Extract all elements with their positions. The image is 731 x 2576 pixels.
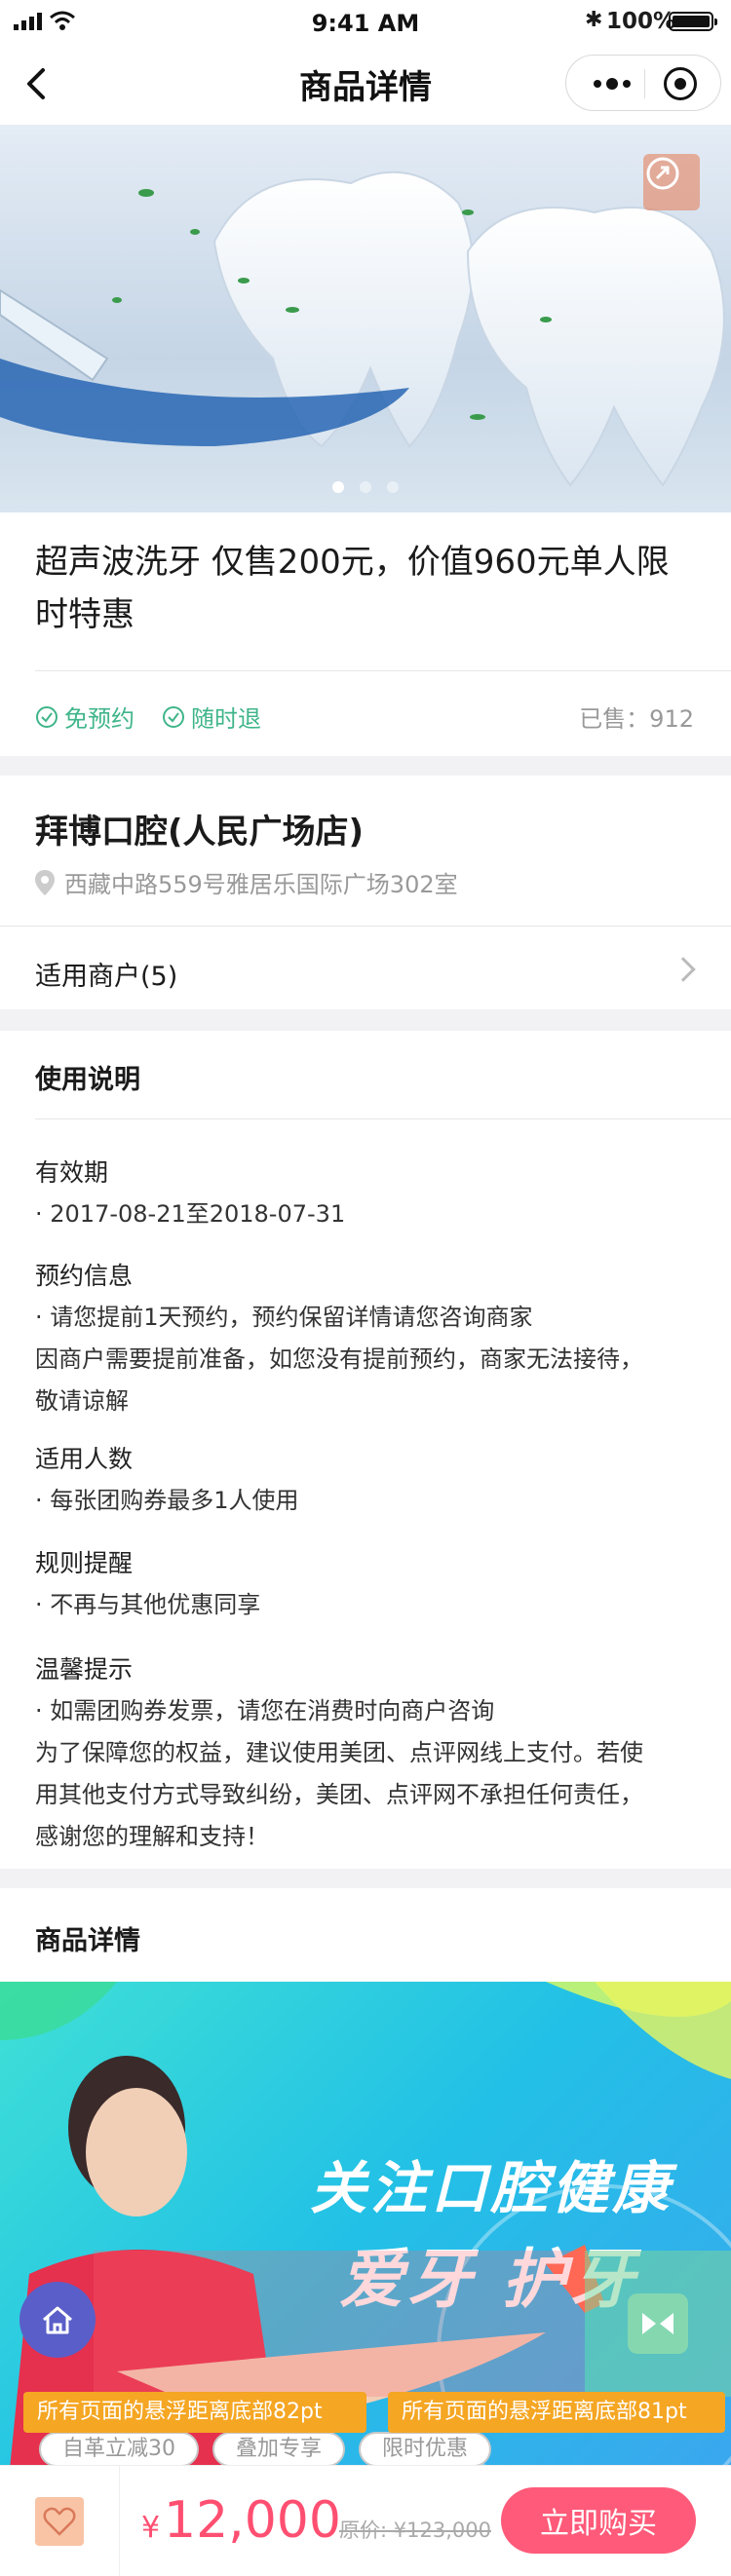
- float-bow-button[interactable]: [628, 2293, 688, 2354]
- usage-booking: 预约信息 · 请您提前1天预约，预约保留详情请您咨询商家 因商户需要提前准备，如…: [35, 1255, 698, 1422]
- usage-line: 因商户需要提前准备，如您没有提前预约，商家无法接待，: [35, 1345, 643, 1373]
- divider: [0, 926, 731, 927]
- usage-tips: 温馨提示 · 如需团购券发票，请您在消费时向商户咨询 为了保障您的权益，建议使用…: [35, 1648, 698, 1858]
- product-image-carousel[interactable]: [0, 125, 731, 512]
- float-overlay-area: [94, 2251, 585, 2397]
- banner-slogan-line1: 关注口腔健康: [310, 2155, 673, 2221]
- usage-validity: 有效期 · 2017-08-21至2018-07-31: [35, 1152, 698, 1235]
- tag-label: 免预约: [64, 705, 135, 733]
- carousel-indicator: [0, 481, 731, 493]
- usage-heading: 规则提醒: [35, 1549, 134, 1577]
- divider: [35, 670, 731, 671]
- usage-heading: 适用人数: [35, 1445, 134, 1473]
- float-annotation-left: 所有页面的悬浮距离底部82pt: [23, 2392, 366, 2433]
- usage-rules: 规则提醒 · 不再与其他优惠同享: [35, 1542, 698, 1626]
- usage-line: 感谢您的理解和支持！: [35, 1823, 269, 1850]
- product-header-card: 超声波洗牙 仅售200元，价值960元单人限时特惠 免预约 随时退 已售：912: [0, 512, 731, 756]
- detail-card: 商品详情: [0, 1888, 731, 1982]
- float-action-area: [585, 2251, 731, 2397]
- home-icon: [43, 2306, 72, 2334]
- usage-line: 用其他支付方式导致纠纷，美团、点评网不承担任何责任，: [35, 1781, 643, 1808]
- share-icon: [646, 157, 679, 190]
- promo-chip[interactable]: 限时优惠: [359, 2432, 492, 2467]
- buy-now-button[interactable]: 立即购买: [501, 2487, 696, 2554]
- promo-chip[interactable]: 叠加专享: [212, 2432, 346, 2467]
- check-circle-icon: [163, 705, 184, 728]
- divider: [119, 2466, 120, 2576]
- float-annotation-right: 所有页面的悬浮距离底部81pt: [388, 2392, 725, 2433]
- store-card: 拜博口腔(人民广场店) 西藏中路559号雅居乐国际广场302室 适用商户(5): [0, 776, 731, 1009]
- usage-line: 为了保障您的权益，建议使用美团、点评网线上支付。若使: [35, 1739, 643, 1766]
- promo-chips: 自革立减30 叠加专享 限时优惠: [39, 2432, 492, 2467]
- bottom-purchase-bar: ¥ 12,000 原价: ¥123,000 立即购买: [0, 2465, 731, 2576]
- product-title: 超声波洗牙 仅售200元，价值960元单人限时特惠: [35, 543, 670, 634]
- float-home-button[interactable]: [19, 2282, 96, 2358]
- usage-line: · 每张团购券最多1人使用: [35, 1487, 299, 1514]
- usage-card: 使用说明 有效期 · 2017-08-21至2018-07-31 预约信息 · …: [0, 1031, 731, 1869]
- location-pin-icon: [35, 869, 55, 895]
- check-circle-icon: [36, 705, 58, 728]
- tag-refund-anytime: 随时退: [162, 700, 261, 734]
- usage-heading: 温馨提示: [35, 1655, 134, 1684]
- current-price: 12,000: [164, 2491, 341, 2550]
- applicable-merchants-row[interactable]: 适用商户(5): [35, 955, 177, 993]
- status-bar: 9:41 AM ✱ 100%: [0, 0, 731, 43]
- share-button[interactable]: [643, 154, 700, 210]
- divider: [35, 1118, 731, 1119]
- bluetooth-icon: ✱: [585, 8, 603, 32]
- teeth-illustration: [0, 170, 725, 487]
- nav-bar: 商品详情: [0, 43, 731, 125]
- usage-line: · 2017-08-21至2018-07-31: [35, 1200, 346, 1228]
- more-icon[interactable]: [588, 69, 636, 98]
- usage-line: · 请您提前1天预约，预约保留详情请您咨询商家: [35, 1304, 533, 1331]
- battery-percent: 100%: [606, 9, 676, 34]
- carousel-dot[interactable]: [360, 481, 371, 493]
- tag-label: 随时退: [191, 705, 261, 733]
- bowtie-icon: [642, 2313, 673, 2334]
- original-price: 原价: ¥123,000: [339, 2519, 491, 2542]
- usage-heading: 有效期: [35, 1158, 109, 1187]
- heart-icon: [43, 2507, 76, 2536]
- usage-line: · 如需团购券发票，请您在消费时向商户咨询: [35, 1697, 495, 1724]
- usage-heading: 预约信息: [35, 1262, 134, 1290]
- store-name[interactable]: 拜博口腔(人民广场店): [35, 805, 364, 852]
- sold-count: 已售：912: [579, 705, 694, 733]
- capsule-divider: [644, 69, 645, 98]
- carousel-dot[interactable]: [387, 481, 399, 493]
- carousel-dot[interactable]: [332, 481, 344, 493]
- store-address[interactable]: 西藏中路559号雅居乐国际广场302室: [35, 865, 458, 899]
- promo-chip[interactable]: 自革立减30: [39, 2432, 199, 2467]
- battery-icon: [669, 12, 717, 31]
- service-tags: 免预约 随时退: [35, 700, 261, 734]
- close-miniprogram-icon[interactable]: [664, 67, 697, 100]
- usage-people: 适用人数 · 每张团购券最多1人使用: [35, 1438, 698, 1522]
- mini-program-capsule: [565, 55, 721, 111]
- tag-no-appointment: 免预约: [35, 700, 135, 734]
- usage-line: · 不再与其他优惠同享: [35, 1591, 261, 1618]
- chevron-right-icon: [671, 957, 696, 982]
- address-text: 西藏中路559号雅居乐国际广场302室: [64, 871, 458, 898]
- price-currency: ¥: [141, 2511, 161, 2545]
- detail-section-title: 商品详情: [35, 1926, 140, 1956]
- usage-line: 敬请谅解: [35, 1387, 129, 1415]
- usage-section-title: 使用说明: [35, 1065, 140, 1095]
- favorite-button[interactable]: [35, 2497, 84, 2546]
